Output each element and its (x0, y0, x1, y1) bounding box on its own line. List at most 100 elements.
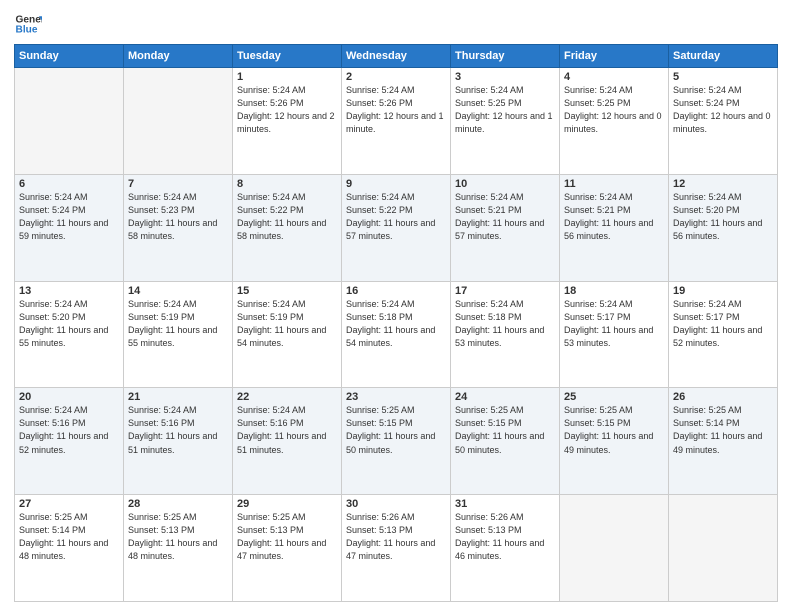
day-info: Sunrise: 5:25 AM Sunset: 5:14 PM Dayligh… (673, 404, 773, 456)
svg-text:Blue: Blue (16, 25, 38, 36)
day-number: 13 (19, 285, 119, 297)
day-info: Sunrise: 5:24 AM Sunset: 5:24 PM Dayligh… (19, 191, 119, 243)
day-number: 27 (19, 498, 119, 510)
day-number: 19 (673, 285, 773, 297)
weekday-header-thursday: Thursday (451, 45, 560, 68)
day-number: 9 (346, 178, 446, 190)
weekday-header-monday: Monday (124, 45, 233, 68)
weekday-header-friday: Friday (560, 45, 669, 68)
calendar-cell: 7 Sunrise: 5:24 AM Sunset: 5:23 PM Dayli… (124, 174, 233, 281)
day-number: 22 (237, 391, 337, 403)
weekday-header-sunday: Sunday (15, 45, 124, 68)
day-number: 4 (564, 71, 664, 83)
day-number: 16 (346, 285, 446, 297)
day-info: Sunrise: 5:24 AM Sunset: 5:17 PM Dayligh… (564, 298, 664, 350)
calendar-cell: 25 Sunrise: 5:25 AM Sunset: 5:15 PM Dayl… (560, 388, 669, 495)
day-info: Sunrise: 5:24 AM Sunset: 5:22 PM Dayligh… (237, 191, 337, 243)
day-info: Sunrise: 5:25 AM Sunset: 5:15 PM Dayligh… (455, 404, 555, 456)
day-number: 5 (673, 71, 773, 83)
calendar-cell: 28 Sunrise: 5:25 AM Sunset: 5:13 PM Dayl… (124, 495, 233, 602)
day-number: 18 (564, 285, 664, 297)
day-number: 17 (455, 285, 555, 297)
day-info: Sunrise: 5:24 AM Sunset: 5:21 PM Dayligh… (455, 191, 555, 243)
calendar-cell: 5 Sunrise: 5:24 AM Sunset: 5:24 PM Dayli… (669, 68, 778, 175)
day-info: Sunrise: 5:25 AM Sunset: 5:15 PM Dayligh… (346, 404, 446, 456)
day-number: 7 (128, 178, 228, 190)
day-info: Sunrise: 5:25 AM Sunset: 5:13 PM Dayligh… (237, 511, 337, 563)
day-number: 3 (455, 71, 555, 83)
day-number: 14 (128, 285, 228, 297)
day-info: Sunrise: 5:24 AM Sunset: 5:26 PM Dayligh… (237, 84, 337, 136)
day-info: Sunrise: 5:24 AM Sunset: 5:16 PM Dayligh… (237, 404, 337, 456)
calendar-cell: 16 Sunrise: 5:24 AM Sunset: 5:18 PM Dayl… (342, 281, 451, 388)
day-number: 12 (673, 178, 773, 190)
calendar-cell: 31 Sunrise: 5:26 AM Sunset: 5:13 PM Dayl… (451, 495, 560, 602)
header: General Blue (14, 10, 778, 38)
day-info: Sunrise: 5:24 AM Sunset: 5:16 PM Dayligh… (19, 404, 119, 456)
day-info: Sunrise: 5:24 AM Sunset: 5:25 PM Dayligh… (564, 84, 664, 136)
weekday-header-tuesday: Tuesday (233, 45, 342, 68)
day-number: 24 (455, 391, 555, 403)
calendar-cell: 30 Sunrise: 5:26 AM Sunset: 5:13 PM Dayl… (342, 495, 451, 602)
calendar-cell: 26 Sunrise: 5:25 AM Sunset: 5:14 PM Dayl… (669, 388, 778, 495)
day-info: Sunrise: 5:24 AM Sunset: 5:19 PM Dayligh… (128, 298, 228, 350)
calendar-cell: 9 Sunrise: 5:24 AM Sunset: 5:22 PM Dayli… (342, 174, 451, 281)
calendar-cell: 15 Sunrise: 5:24 AM Sunset: 5:19 PM Dayl… (233, 281, 342, 388)
day-number: 28 (128, 498, 228, 510)
calendar-table: SundayMondayTuesdayWednesdayThursdayFrid… (14, 44, 778, 602)
day-info: Sunrise: 5:24 AM Sunset: 5:26 PM Dayligh… (346, 84, 446, 136)
calendar-cell (15, 68, 124, 175)
calendar-cell: 6 Sunrise: 5:24 AM Sunset: 5:24 PM Dayli… (15, 174, 124, 281)
day-info: Sunrise: 5:24 AM Sunset: 5:25 PM Dayligh… (455, 84, 555, 136)
calendar-week-row: 13 Sunrise: 5:24 AM Sunset: 5:20 PM Dayl… (15, 281, 778, 388)
calendar-cell: 18 Sunrise: 5:24 AM Sunset: 5:17 PM Dayl… (560, 281, 669, 388)
calendar-cell (669, 495, 778, 602)
weekday-header-wednesday: Wednesday (342, 45, 451, 68)
calendar-cell: 27 Sunrise: 5:25 AM Sunset: 5:14 PM Dayl… (15, 495, 124, 602)
day-number: 25 (564, 391, 664, 403)
day-number: 29 (237, 498, 337, 510)
calendar-week-row: 1 Sunrise: 5:24 AM Sunset: 5:26 PM Dayli… (15, 68, 778, 175)
day-info: Sunrise: 5:24 AM Sunset: 5:20 PM Dayligh… (673, 191, 773, 243)
day-number: 21 (128, 391, 228, 403)
logo-icon: General Blue (14, 10, 42, 38)
day-info: Sunrise: 5:26 AM Sunset: 5:13 PM Dayligh… (346, 511, 446, 563)
day-info: Sunrise: 5:24 AM Sunset: 5:24 PM Dayligh… (673, 84, 773, 136)
calendar-cell: 29 Sunrise: 5:25 AM Sunset: 5:13 PM Dayl… (233, 495, 342, 602)
day-number: 30 (346, 498, 446, 510)
day-number: 2 (346, 71, 446, 83)
calendar-cell: 21 Sunrise: 5:24 AM Sunset: 5:16 PM Dayl… (124, 388, 233, 495)
day-info: Sunrise: 5:24 AM Sunset: 5:23 PM Dayligh… (128, 191, 228, 243)
calendar-cell: 24 Sunrise: 5:25 AM Sunset: 5:15 PM Dayl… (451, 388, 560, 495)
page: General Blue SundayMondayTuesdayWednesda… (0, 0, 792, 612)
day-info: Sunrise: 5:24 AM Sunset: 5:20 PM Dayligh… (19, 298, 119, 350)
calendar-cell: 1 Sunrise: 5:24 AM Sunset: 5:26 PM Dayli… (233, 68, 342, 175)
day-info: Sunrise: 5:25 AM Sunset: 5:13 PM Dayligh… (128, 511, 228, 563)
day-info: Sunrise: 5:24 AM Sunset: 5:19 PM Dayligh… (237, 298, 337, 350)
calendar-week-row: 20 Sunrise: 5:24 AM Sunset: 5:16 PM Dayl… (15, 388, 778, 495)
calendar-week-row: 27 Sunrise: 5:25 AM Sunset: 5:14 PM Dayl… (15, 495, 778, 602)
calendar-cell: 11 Sunrise: 5:24 AM Sunset: 5:21 PM Dayl… (560, 174, 669, 281)
calendar-cell: 10 Sunrise: 5:24 AM Sunset: 5:21 PM Dayl… (451, 174, 560, 281)
calendar-cell: 22 Sunrise: 5:24 AM Sunset: 5:16 PM Dayl… (233, 388, 342, 495)
calendar-week-row: 6 Sunrise: 5:24 AM Sunset: 5:24 PM Dayli… (15, 174, 778, 281)
calendar-cell: 14 Sunrise: 5:24 AM Sunset: 5:19 PM Dayl… (124, 281, 233, 388)
day-info: Sunrise: 5:24 AM Sunset: 5:16 PM Dayligh… (128, 404, 228, 456)
calendar-cell: 13 Sunrise: 5:24 AM Sunset: 5:20 PM Dayl… (15, 281, 124, 388)
weekday-header-saturday: Saturday (669, 45, 778, 68)
day-info: Sunrise: 5:25 AM Sunset: 5:15 PM Dayligh… (564, 404, 664, 456)
day-info: Sunrise: 5:24 AM Sunset: 5:21 PM Dayligh… (564, 191, 664, 243)
day-info: Sunrise: 5:24 AM Sunset: 5:18 PM Dayligh… (455, 298, 555, 350)
calendar-cell: 20 Sunrise: 5:24 AM Sunset: 5:16 PM Dayl… (15, 388, 124, 495)
calendar-cell (124, 68, 233, 175)
logo: General Blue (14, 10, 46, 38)
calendar-cell: 19 Sunrise: 5:24 AM Sunset: 5:17 PM Dayl… (669, 281, 778, 388)
day-info: Sunrise: 5:24 AM Sunset: 5:22 PM Dayligh… (346, 191, 446, 243)
day-number: 8 (237, 178, 337, 190)
weekday-header-row: SundayMondayTuesdayWednesdayThursdayFrid… (15, 45, 778, 68)
day-number: 10 (455, 178, 555, 190)
day-info: Sunrise: 5:24 AM Sunset: 5:18 PM Dayligh… (346, 298, 446, 350)
day-number: 23 (346, 391, 446, 403)
day-number: 31 (455, 498, 555, 510)
day-info: Sunrise: 5:24 AM Sunset: 5:17 PM Dayligh… (673, 298, 773, 350)
